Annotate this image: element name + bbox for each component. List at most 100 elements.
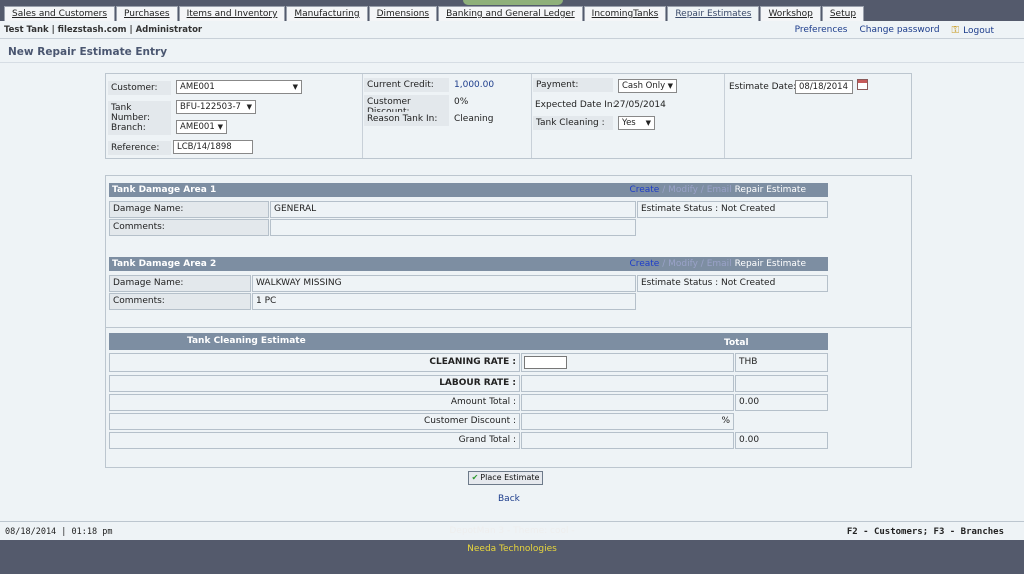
tab-incoming-tanks[interactable]: IncomingTanks <box>583 6 667 21</box>
preferences-link[interactable]: Preferences <box>795 25 848 36</box>
page-title: New Repair Estimate Entry <box>8 46 168 58</box>
current-credit-label: Current Credit: <box>364 78 449 92</box>
damage-area-1-header: Tank Damage Area 1 Create / Modify / Ema… <box>109 183 828 197</box>
tank-cleaning-value: Yes <box>622 118 636 128</box>
payment-label: Payment: <box>533 78 613 92</box>
cleaning-estimate-header: Tank Cleaning Estimate Total <box>109 333 828 350</box>
expected-date-label: Expected Date In: <box>535 100 616 110</box>
modify-link[interactable]: Modify <box>668 185 698 195</box>
customer-select[interactable]: AME001 ▼ <box>176 80 302 94</box>
chevron-down-icon: ▼ <box>292 83 298 91</box>
tab-repair-estimates[interactable]: Repair Estimates <box>667 6 760 21</box>
damage-name-value: GENERAL <box>270 201 636 218</box>
tab-manufacturing[interactable]: Manufacturing <box>286 6 368 21</box>
tab-setup[interactable]: Setup <box>821 6 865 21</box>
cleaning-rate-unit: THB <box>735 353 828 372</box>
damage-area-2-actions: Create / Modify / Email Repair Estimate <box>629 257 806 271</box>
amount-total-value: 0.00 <box>735 394 828 411</box>
email-link[interactable]: Email <box>707 185 732 195</box>
total-column-header: Total <box>724 338 749 348</box>
cleaning-rate-label: CLEANING RATE : <box>109 353 520 372</box>
labour-rate-total <box>735 375 828 392</box>
user-bar: Test Tank | filezstash.com | Administrat… <box>0 21 1024 39</box>
comments-value <box>270 219 636 236</box>
tab-sales-and-customers[interactable]: Sales and Customers <box>4 6 116 21</box>
tab-workshop[interactable]: Workshop <box>760 6 821 21</box>
labour-rate-value <box>521 375 734 392</box>
menu-bar: Sales and Customers Purchases Items and … <box>0 0 1024 21</box>
tank-cleaning-select[interactable]: Yes ▼ <box>618 116 655 130</box>
reference-label: Reference: <box>108 141 171 155</box>
change-password-link[interactable]: Change password <box>860 25 940 36</box>
customer-value: AME001 <box>180 82 215 92</box>
tank-number-select[interactable]: BFU-122503-7 ▼ <box>176 100 256 114</box>
reason-tank-in-value: Cleaning <box>454 114 494 124</box>
estimate-body: Tank Damage Area 1 Create / Modify / Ema… <box>105 175 912 468</box>
branch-value: AME001 <box>180 122 215 132</box>
email-link[interactable]: Email <box>707 259 732 269</box>
cleaning-rate-input[interactable] <box>524 356 567 369</box>
place-estimate-button[interactable]: ✔ Place Estimate <box>468 471 543 485</box>
create-link[interactable]: Create <box>629 185 659 195</box>
damage-area-1-actions: Create / Modify / Email Repair Estimate <box>629 183 806 197</box>
branch-select[interactable]: AME001 ▼ <box>176 120 227 134</box>
header-col-credit: Current Credit: 1,000.00 Customer Discou… <box>363 74 532 158</box>
chevron-down-icon: ▼ <box>217 123 223 131</box>
repair-estimate-label: Repair Estimate <box>734 259 806 269</box>
tab-items-and-inventory[interactable]: Items and Inventory <box>178 6 286 21</box>
page-body: Test Tank | filezstash.com | Administrat… <box>0 21 1024 540</box>
branch-label: Branch: <box>108 121 171 135</box>
estimate-date-input[interactable]: 08/18/2014 <box>795 80 853 94</box>
grand-total-input <box>521 432 734 449</box>
current-credit-value: 1,000.00 <box>454 80 495 90</box>
comments-label: Comments: <box>109 219 269 236</box>
amount-total-label: Amount Total : <box>109 394 520 411</box>
section-divider <box>106 327 911 328</box>
place-estimate-label: Place Estimate <box>480 473 540 482</box>
logout-link[interactable]: ⚿ Logout <box>952 25 994 36</box>
footer-theme: DepotMan 3 - Theme: cool - <box>449 526 575 536</box>
user-links: Preferences Change password ⚿ Logout <box>795 25 994 36</box>
customer-discount-row-label: Customer Discount : <box>109 413 520 430</box>
estimate-date-label: Estimate Date: <box>729 82 797 92</box>
create-link[interactable]: Create <box>629 259 659 269</box>
customer-discount-unit: % <box>521 413 734 430</box>
back-link[interactable]: Back <box>498 494 520 504</box>
header-col-payment: Payment: Cash Only ▼ Expected Date In: 27… <box>532 74 725 158</box>
cleaning-estimate-title: Tank Cleaning Estimate <box>187 336 306 346</box>
damage-area-1-title: Tank Damage Area 1 <box>112 185 217 195</box>
damage-name-label: Damage Name: <box>109 201 269 218</box>
key-icon: ⚿ <box>951 25 960 36</box>
reason-tank-in-label: Reason Tank In: <box>364 112 449 126</box>
modify-link[interactable]: Modify <box>668 259 698 269</box>
customer-discount-value: 0% <box>454 97 469 107</box>
calendar-icon[interactable] <box>857 79 868 90</box>
reference-input[interactable]: LCB/14/1898 <box>173 140 253 154</box>
customer-label: Customer: <box>108 81 171 95</box>
chevron-down-icon: ▼ <box>667 82 673 90</box>
labour-rate-label: LABOUR RATE : <box>109 375 520 392</box>
action-separator: / <box>697 185 707 195</box>
menu-tabs: Sales and Customers Purchases Items and … <box>4 6 865 21</box>
user-context: Test Tank | filezstash.com | Administrat… <box>4 25 203 35</box>
expected-date-value: 27/05/2014 <box>614 100 666 110</box>
payment-select[interactable]: Cash Only ▼ <box>618 79 677 93</box>
chevron-down-icon: ▼ <box>246 103 252 111</box>
damage-name-value: WALKWAY MISSING <box>252 275 636 292</box>
tab-purchases[interactable]: Purchases <box>116 6 178 21</box>
payment-value: Cash Only <box>622 81 666 91</box>
repair-estimate-label: Repair Estimate <box>734 185 806 195</box>
amount-total-input <box>521 394 734 411</box>
tab-banking-and-general-ledger[interactable]: Banking and General Ledger <box>438 6 583 21</box>
estimate-header: Customer: AME001 ▼ Tank Number: BFU-12250… <box>105 73 912 159</box>
header-col-customer: Customer: AME001 ▼ Tank Number: BFU-12250… <box>106 74 363 158</box>
tab-dimensions[interactable]: Dimensions <box>368 6 438 21</box>
header-col-date: Estimate Date: 08/18/2014 <box>725 74 911 158</box>
tank-number-value: BFU-122503-7 <box>180 102 241 112</box>
logout-label: Logout <box>963 26 994 36</box>
tank-cleaning-label: Tank Cleaning : <box>533 116 613 130</box>
check-icon: ✔ <box>471 473 479 482</box>
damage-area-2-title: Tank Damage Area 2 <box>112 259 217 269</box>
footer-company-link[interactable]: Needa Technologies <box>0 544 1024 554</box>
menu-notch <box>463 0 563 5</box>
